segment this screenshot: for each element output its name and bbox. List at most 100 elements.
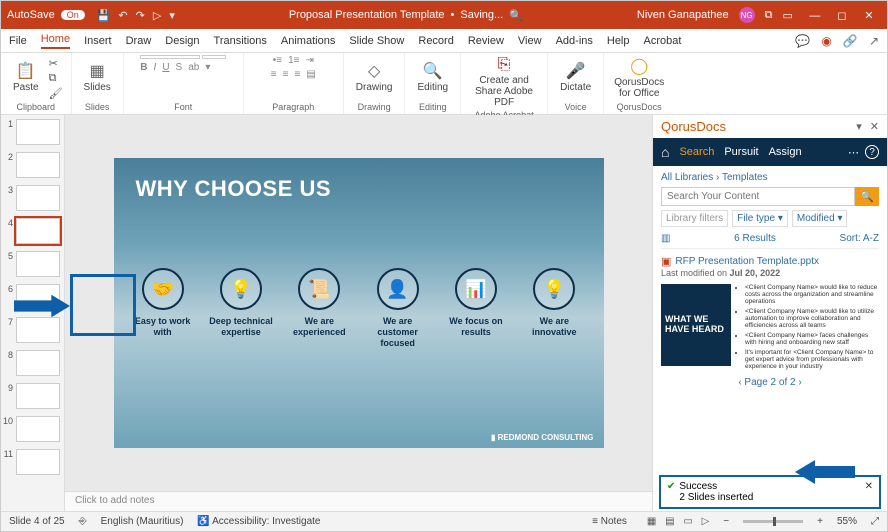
columns-icon[interactable]: ▤ xyxy=(306,69,315,80)
zoom-level[interactable]: 55% xyxy=(837,516,857,527)
tab-record[interactable]: Record xyxy=(418,35,453,47)
tab-acrobat[interactable]: Acrobat xyxy=(644,35,682,47)
tab-slideshow[interactable]: Slide Show xyxy=(349,35,404,47)
taskpane-close-icon[interactable]: ✕ xyxy=(870,120,879,133)
slideshow-view-icon[interactable]: ▷ xyxy=(702,516,710,527)
slide-thumb-5[interactable]: 5 xyxy=(3,251,62,277)
fit-window-icon[interactable]: ⤢ xyxy=(871,516,879,527)
align-center-icon[interactable]: ≡ xyxy=(283,69,289,80)
paste-button[interactable]: 📋Paste xyxy=(9,62,43,95)
new-slide-button[interactable]: ▦Slides xyxy=(80,62,115,95)
slide-thumb-7[interactable]: 7 xyxy=(3,317,62,343)
tab-draw[interactable]: Draw xyxy=(126,35,152,47)
zoom-in-icon[interactable]: + xyxy=(817,516,823,527)
sort-button[interactable]: Sort: A-Z xyxy=(840,233,879,244)
maximize-icon[interactable]: ◻ xyxy=(830,9,854,22)
nav-pursuit[interactable]: Pursuit xyxy=(724,146,758,158)
font-more-icon[interactable]: ▾ xyxy=(205,62,210,73)
spellcheck-icon[interactable]: ⎆ xyxy=(79,516,87,527)
user-name[interactable]: Niven Ganapathee xyxy=(637,9,729,21)
slide-thumb-11[interactable]: 11 xyxy=(3,449,62,475)
language[interactable]: English (Mauritius) xyxy=(101,516,184,527)
search-button[interactable]: 🔍 xyxy=(855,187,879,206)
preview-slide-thumb[interactable]: WHAT WE HAVE HEARD xyxy=(661,284,731,366)
reading-view-icon[interactable]: ▭ xyxy=(683,516,692,527)
tab-file[interactable]: File xyxy=(9,35,27,47)
align-right-icon[interactable]: ≡ xyxy=(294,69,300,80)
notes-toggle[interactable]: ≡ Notes xyxy=(592,516,627,527)
slide-thumb-2[interactable]: 2 xyxy=(3,152,62,178)
nav-assign[interactable]: Assign xyxy=(769,146,802,158)
sorter-view-icon[interactable]: ▤ xyxy=(665,516,674,527)
strike-button[interactable]: S xyxy=(176,62,183,73)
coming-soon-icon[interactable]: ⧉ xyxy=(765,9,773,22)
taskpane-menu-icon[interactable]: ▾ xyxy=(856,120,862,133)
font-family-select[interactable] xyxy=(140,55,200,59)
minimize-icon[interactable]: — xyxy=(803,10,827,22)
result-doc-name[interactable]: RFP Presentation Template.pptx xyxy=(675,256,819,267)
tab-home[interactable]: Home xyxy=(41,33,70,49)
save-icon[interactable]: 💾 xyxy=(97,9,111,22)
notes-input[interactable]: Click to add notes xyxy=(65,491,652,511)
slide-thumb-8[interactable]: 8 xyxy=(3,350,62,376)
indent-icon[interactable]: ⇥ xyxy=(305,55,313,66)
italic-button[interactable]: I xyxy=(154,62,157,73)
normal-view-icon[interactable]: ▦ xyxy=(647,516,656,527)
dictate-button[interactable]: 🎤Dictate xyxy=(556,62,595,95)
present-icon[interactable]: ↗ xyxy=(869,34,879,48)
share-icon[interactable]: 🔗 xyxy=(843,34,858,48)
filter-modified[interactable]: Modified ▾ xyxy=(792,210,848,227)
shadow-button[interactable]: ab xyxy=(188,62,199,73)
help-icon[interactable]: ? xyxy=(865,145,879,159)
pager[interactable]: ‹ Page 2 of 2 › xyxy=(661,377,879,388)
drawing-button[interactable]: ◇Drawing xyxy=(352,62,397,95)
slide-position[interactable]: Slide 4 of 25 xyxy=(9,516,65,527)
align-left-icon[interactable]: ≡ xyxy=(271,69,277,80)
cut-icon[interactable]: ✂ xyxy=(49,57,63,70)
tab-view[interactable]: View xyxy=(518,35,542,47)
slide-thumb-3[interactable]: 3 xyxy=(3,185,62,211)
bold-button[interactable]: B xyxy=(140,62,147,73)
title-search-icon[interactable]: 🔍 xyxy=(509,9,523,22)
qat-overflow-icon[interactable]: ▾ xyxy=(169,9,175,22)
editing-button[interactable]: 🔍Editing xyxy=(413,62,452,95)
tab-design[interactable]: Design xyxy=(165,35,199,47)
ribbon-display-icon[interactable]: ▭ xyxy=(782,9,792,22)
nav-search[interactable]: Search xyxy=(679,146,714,158)
tab-insert[interactable]: Insert xyxy=(84,35,112,47)
home-icon[interactable]: ⌂ xyxy=(661,144,669,160)
camera-icon[interactable]: ◉ xyxy=(821,34,831,48)
tab-help[interactable]: Help xyxy=(607,35,630,47)
close-icon[interactable]: ✕ xyxy=(857,9,881,22)
autosave-toggle[interactable]: On xyxy=(61,10,85,20)
layout-toggle-icon[interactable]: ▥ xyxy=(661,233,670,244)
qorusdocs-button[interactable]: ◯QorusDocs for Office xyxy=(612,57,666,101)
accessibility-status[interactable]: ♿ Accessibility: Investigate xyxy=(197,516,320,527)
tab-review[interactable]: Review xyxy=(468,35,504,47)
slide-canvas[interactable]: WHY CHOOSE US 🤝Easy to work with💡Deep te… xyxy=(65,115,652,491)
font-size-select[interactable] xyxy=(202,55,226,59)
breadcrumb[interactable]: All Libraries › Templates xyxy=(661,172,879,183)
zoom-slider[interactable] xyxy=(743,520,803,523)
avatar[interactable]: NG xyxy=(739,7,755,23)
comments-icon[interactable]: 💬 xyxy=(795,34,810,48)
start-slideshow-icon[interactable]: ▷ xyxy=(153,9,161,22)
zoom-out-icon[interactable]: − xyxy=(723,516,729,527)
format-painter-icon[interactable]: 🖌 xyxy=(49,87,63,100)
tab-addins[interactable]: Add-ins xyxy=(556,35,593,47)
filter-library[interactable]: Library filters xyxy=(661,210,728,227)
search-input[interactable] xyxy=(661,187,855,206)
slide-thumb-10[interactable]: 10 xyxy=(3,416,62,442)
undo-icon[interactable]: ↶ xyxy=(118,9,127,22)
slide-thumb-4[interactable]: 4 xyxy=(3,218,62,244)
toast-close-icon[interactable]: ✕ xyxy=(865,481,873,492)
slide-thumb-1[interactable]: 1 xyxy=(3,119,62,145)
redo-icon[interactable]: ↷ xyxy=(136,9,145,22)
bullets-icon[interactable]: •≡ xyxy=(273,55,282,66)
filter-filetype[interactable]: File type ▾ xyxy=(732,210,788,227)
tab-transitions[interactable]: Transitions xyxy=(214,35,267,47)
adobe-pdf-button[interactable]: ⎘Create and Share Adobe PDF xyxy=(469,55,539,110)
slide-thumb-9[interactable]: 9 xyxy=(3,383,62,409)
nav-more-icon[interactable]: ⋯ xyxy=(848,146,859,159)
underline-button[interactable]: U xyxy=(162,62,169,73)
